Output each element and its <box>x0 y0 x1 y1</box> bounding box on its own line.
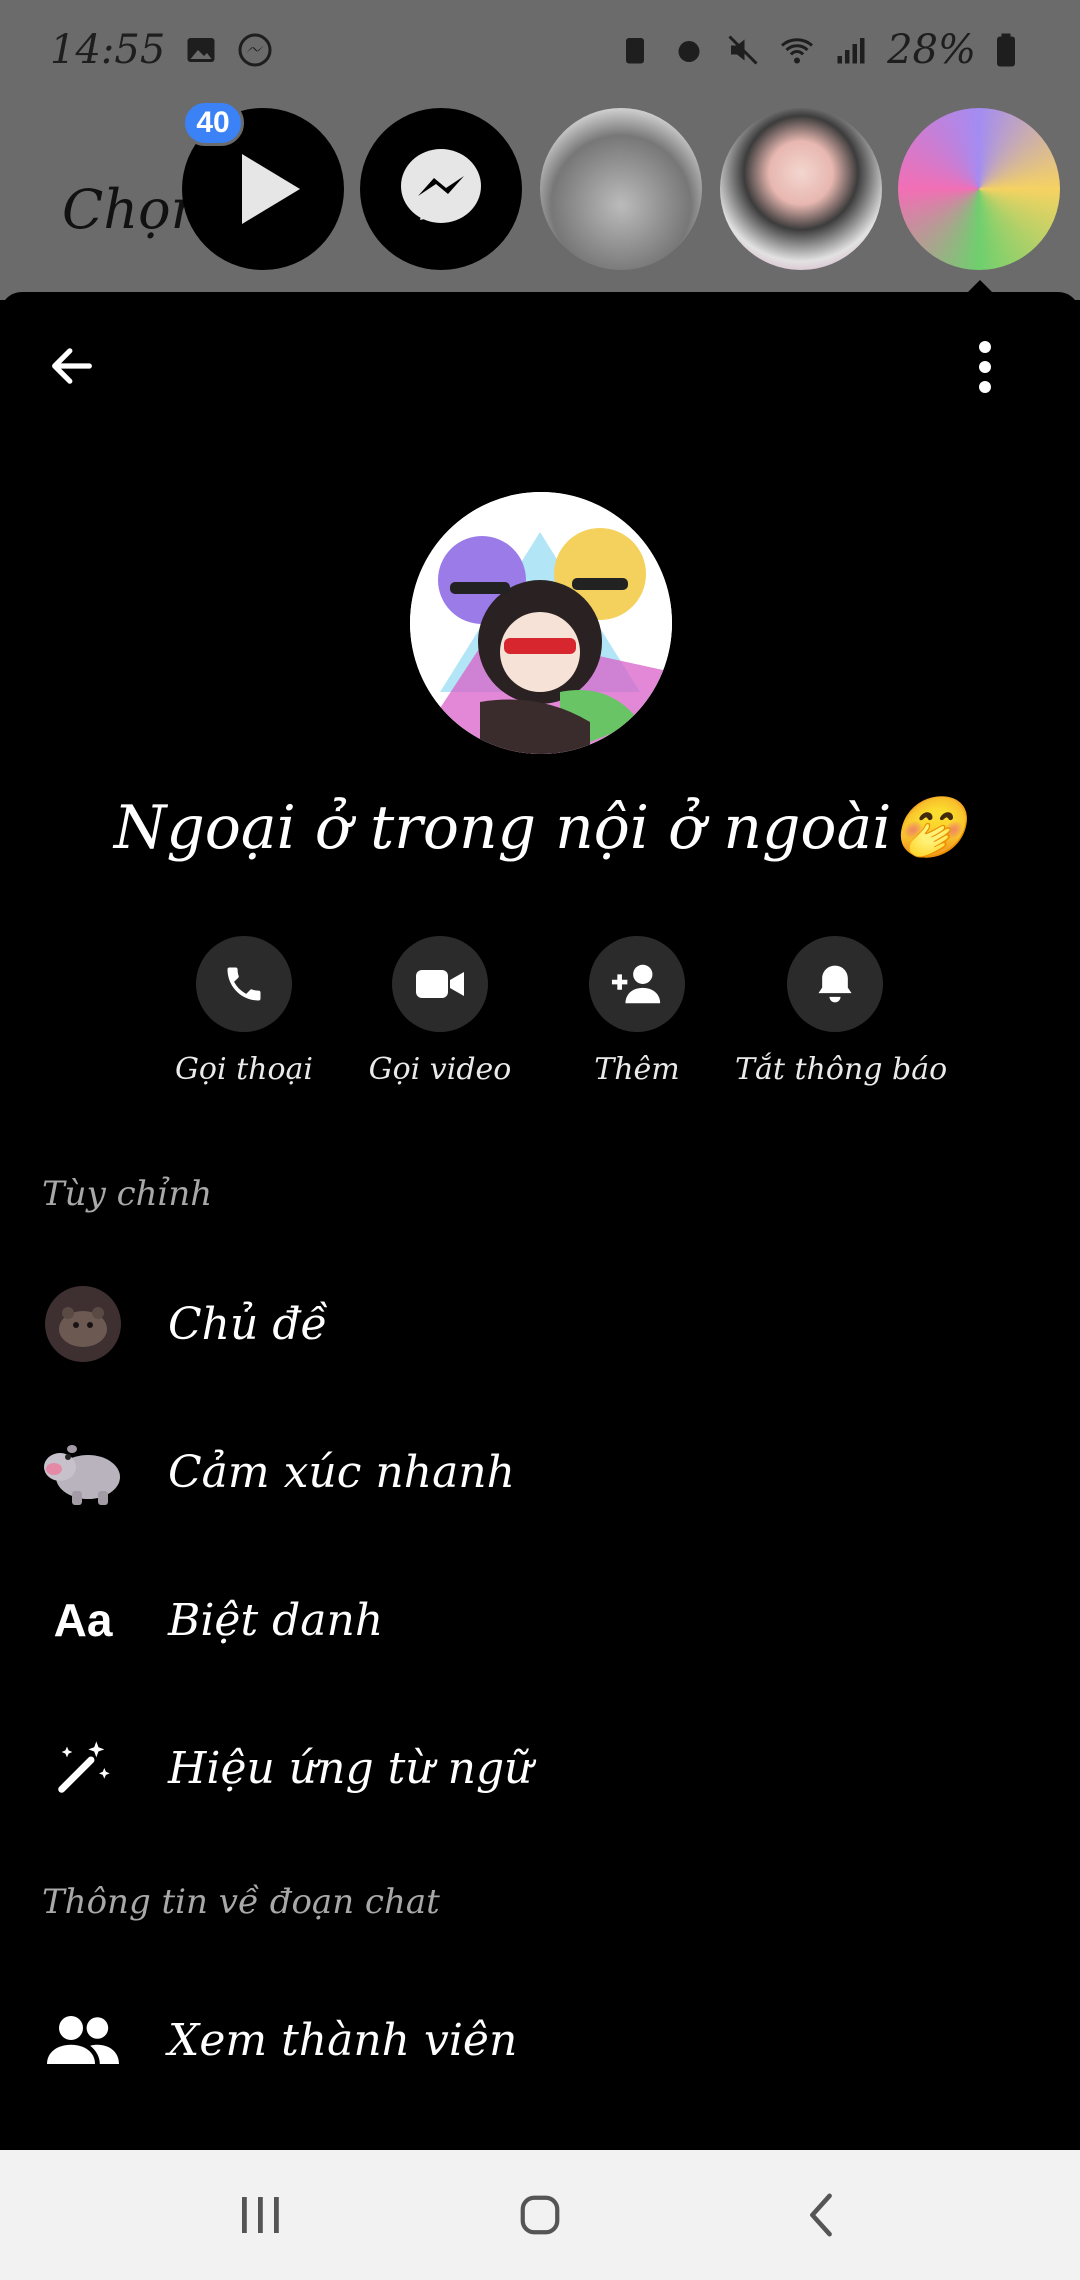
voice-call-circle <box>196 936 292 1032</box>
home-button[interactable] <box>500 2175 580 2255</box>
people-icon <box>42 1999 124 2081</box>
chevron-left-icon <box>810 2193 832 2237</box>
chat-head-messenger[interactable] <box>360 108 522 270</box>
magic-wand-icon <box>42 1727 124 1809</box>
nickname-row[interactable]: Aa Biệt danh <box>0 1555 1080 1685</box>
add-member-label: Thêm <box>594 1052 680 1087</box>
mute-notifications-button[interactable]: Tắt thông báo <box>735 936 948 1087</box>
voice-call-button[interactable]: Gọi thoại <box>144 936 344 1087</box>
messenger-icon <box>401 149 481 223</box>
panel-topbar <box>0 292 1080 432</box>
group-name: Ngoại ở trong nội ở ngoài🤭 <box>113 793 967 863</box>
status-left: 14:55 <box>50 27 273 73</box>
hippo-emoji-icon <box>42 1431 124 1513</box>
chat-heads-row: Chọn 40 <box>0 100 1080 300</box>
add-member-circle <box>589 936 685 1032</box>
chat-head-contact-1[interactable] <box>540 108 702 270</box>
back-arrow-icon <box>52 348 92 384</box>
system-nav-bar <box>0 2150 1080 2280</box>
group-avatar[interactable] <box>410 492 672 754</box>
wifi-icon <box>779 32 815 68</box>
aa-text-glyph: Aa <box>53 1594 113 1646</box>
phone-icon <box>227 967 261 1001</box>
status-bar: 14:55 28% <box>0 0 1080 100</box>
add-member-button[interactable]: Thêm <box>537 936 737 1087</box>
video-camera-icon <box>416 970 464 998</box>
video-call-circle <box>392 936 488 1032</box>
video-call-button[interactable]: Gọi video <box>340 936 540 1087</box>
battery-percent: 28% <box>887 27 976 73</box>
quick-reaction-row[interactable]: Cảm xúc nhanh <box>0 1407 1080 1537</box>
recent-apps-button[interactable] <box>220 2175 300 2255</box>
voice-call-label: Gọi thoại <box>174 1052 314 1087</box>
theme-icon <box>42 1283 124 1365</box>
more-vertical-icon <box>979 341 991 393</box>
home-icon <box>520 2195 560 2235</box>
theme-label: Chủ đề <box>168 1298 328 1350</box>
mute-notifications-circle <box>787 936 883 1032</box>
system-back-button[interactable] <box>780 2175 860 2255</box>
aa-text-icon: Aa <box>42 1579 124 1661</box>
nickname-label: Biệt danh <box>168 1594 384 1646</box>
add-person-icon <box>611 964 661 1004</box>
theme-row[interactable]: Chủ đề <box>0 1259 1080 1389</box>
quick-actions: Gọi thoại Gọi video Thêm Tắt thông báo <box>0 936 1080 1096</box>
customize-section-header: Tùy chỉnh <box>42 1174 213 1214</box>
unread-badge: 40 <box>182 100 244 146</box>
view-members-label: Xem thành viên <box>168 2014 518 2066</box>
more-options-button[interactable] <box>955 332 1015 402</box>
video-call-label: Gọi video <box>368 1052 512 1087</box>
signal-icon <box>833 32 869 68</box>
messenger-status-icon <box>237 32 273 68</box>
alarm-icon <box>671 32 707 68</box>
gallery-icon <box>183 32 219 68</box>
quick-reaction-label: Cảm xúc nhanh <box>168 1446 515 1498</box>
chat-head-group[interactable] <box>898 108 1060 270</box>
mute-icon <box>725 32 761 68</box>
status-time: 14:55 <box>50 27 166 73</box>
mute-notifications-label: Tắt thông báo <box>735 1052 948 1087</box>
word-effects-label: Hiệu ứng từ ngữ <box>168 1742 533 1794</box>
chat-head-contact-2[interactable] <box>720 108 882 270</box>
battery-saver-icon <box>617 32 653 68</box>
recent-apps-icon <box>242 2197 279 2233</box>
view-members-row[interactable]: Xem thành viên <box>0 1975 1080 2105</box>
group-avatar-image <box>410 492 672 754</box>
status-right: 28% <box>617 27 1030 73</box>
word-effects-row[interactable]: Hiệu ứng từ ngữ <box>0 1703 1080 1833</box>
back-button[interactable] <box>42 336 102 396</box>
chat-info-section-header: Thông tin về đoạn chat <box>42 1882 440 1922</box>
battery-icon <box>994 32 1030 68</box>
chat-settings-panel: Ngoại ở trong nội ở ngoài🤭 Gọi thoại Gọi… <box>0 292 1080 2150</box>
bell-icon <box>818 965 852 1003</box>
